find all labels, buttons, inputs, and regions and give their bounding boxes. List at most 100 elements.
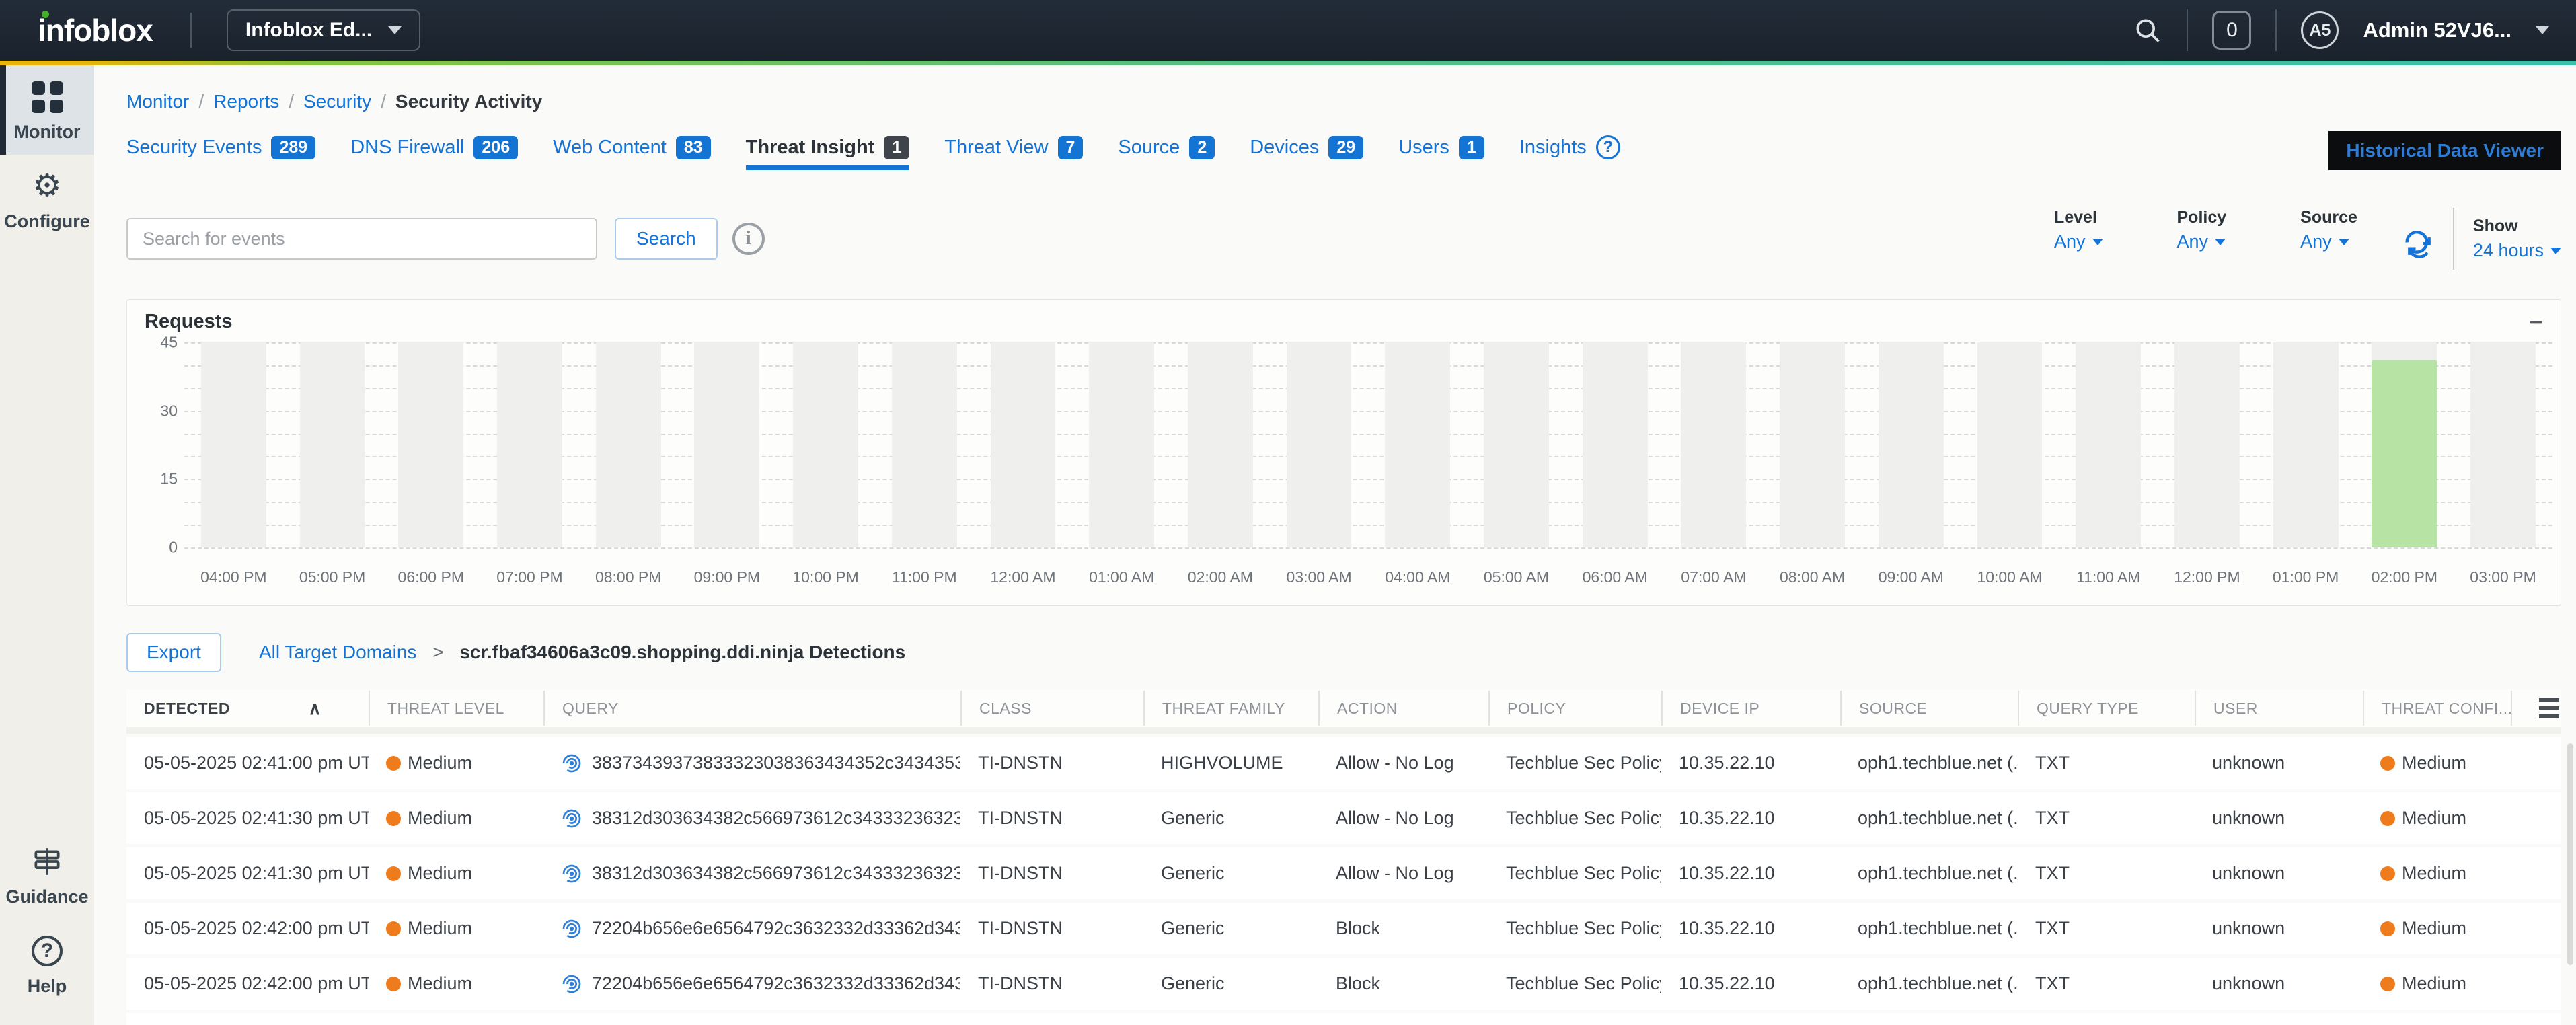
cell-query: 38312d303634382c566973612c343332363237..… bbox=[543, 808, 960, 829]
severity-label: Medium bbox=[2402, 808, 2466, 829]
breadcrumb-link-security[interactable]: Security bbox=[303, 91, 371, 112]
cell-family: Generic bbox=[1143, 863, 1318, 884]
hour-band bbox=[2174, 342, 2240, 547]
avatar[interactable]: A5 bbox=[2301, 11, 2339, 49]
severity-label: Medium bbox=[408, 973, 472, 994]
cell-source: oph1.techblue.net (... bbox=[1840, 753, 2018, 773]
search-icon[interactable] bbox=[2133, 15, 2162, 45]
chart-slot-0200pm bbox=[2355, 342, 2454, 547]
tab-label: Threat Insight bbox=[746, 137, 875, 159]
infoblox-logo: infoblox bbox=[38, 12, 153, 48]
detection-row[interactable]: 05-05-2025 02:42:30 pm UTCMedium372c3336… bbox=[126, 1013, 2561, 1025]
x-axis-label: 12:00 AM bbox=[974, 568, 1073, 586]
table-scrollbar[interactable] bbox=[2567, 743, 2573, 965]
chevron-down-icon bbox=[388, 26, 402, 34]
column-header-policy[interactable]: POLICY bbox=[1488, 691, 1661, 726]
source-dropdown[interactable]: Any bbox=[2300, 231, 2357, 252]
cell-detected: 05-05-2025 02:42:00 pm UTC bbox=[126, 918, 369, 939]
column-header-action[interactable]: ACTION bbox=[1318, 691, 1488, 726]
breadcrumb-link-reports[interactable]: Reports bbox=[213, 91, 279, 112]
severity-dot-icon bbox=[2380, 866, 2395, 881]
cell-confidence: Medium bbox=[2363, 863, 2511, 884]
cell-class: TI-DNSTN bbox=[960, 918, 1143, 939]
detection-row[interactable]: 05-05-2025 02:42:00 pm UTCMedium72204b65… bbox=[126, 958, 2561, 1010]
cell-detected: 05-05-2025 02:41:00 pm UTC bbox=[126, 753, 369, 773]
x-axis-label: 10:00 AM bbox=[1961, 568, 2059, 586]
user-menu[interactable]: Admin 52VJ6... bbox=[2363, 18, 2511, 42]
help-icon[interactable]: ? bbox=[1596, 135, 1620, 159]
column-header-query[interactable]: QUERY bbox=[543, 691, 960, 726]
detections-table: DETECTED∧ THREAT LEVEL QUERYCLASSTHREAT FA… bbox=[126, 689, 2561, 1025]
sidebar-item-label: Guidance bbox=[4, 886, 90, 907]
column-header-device_ip[interactable]: DEVICE IP bbox=[1661, 691, 1840, 726]
tab-label: DNS Firewall bbox=[350, 137, 464, 159]
x-axis-label: 03:00 AM bbox=[1270, 568, 1369, 586]
app-switcher-button[interactable]: Infoblox Ed... bbox=[227, 9, 420, 51]
detection-row[interactable]: 05-05-2025 02:41:00 pm UTCMedium38373439… bbox=[126, 737, 2561, 789]
collapse-panel-icon[interactable]: − bbox=[2529, 315, 2543, 329]
detection-row[interactable]: 05-05-2025 02:41:30 pm UTCMedium38312d30… bbox=[126, 792, 2561, 844]
breadcrumb-link-monitor[interactable]: Monitor bbox=[126, 91, 189, 112]
refresh-icon[interactable] bbox=[2404, 231, 2434, 264]
cell-threat_level: Medium bbox=[369, 863, 543, 884]
column-header-user[interactable]: USER bbox=[2195, 691, 2363, 726]
column-header-detected[interactable]: DETECTED∧ bbox=[126, 691, 369, 726]
tab-threat-insight[interactable]: Threat Insight1 bbox=[746, 136, 910, 166]
help-icon: ? bbox=[4, 933, 90, 969]
column-header-label: SOURCE bbox=[1859, 699, 1927, 718]
topbar-divider bbox=[2275, 9, 2277, 51]
tab-count-badge: 7 bbox=[1058, 136, 1084, 159]
column-header-label: POLICY bbox=[1507, 699, 1566, 718]
column-header-label: THREAT LEVEL bbox=[387, 699, 504, 718]
show-dropdown[interactable]: 24 hours bbox=[2473, 240, 2561, 261]
search-button[interactable]: Search bbox=[615, 218, 718, 260]
hour-band bbox=[1681, 342, 1746, 547]
tab-devices[interactable]: Devices29 bbox=[1250, 136, 1363, 166]
severity-label: Medium bbox=[408, 808, 472, 829]
tab-security-events[interactable]: Security Events289 bbox=[126, 136, 315, 166]
export-button[interactable]: Export bbox=[126, 633, 221, 672]
level-dropdown[interactable]: Any bbox=[2054, 231, 2103, 252]
hour-band bbox=[1977, 342, 2043, 547]
hour-band bbox=[892, 342, 957, 547]
column-header-family[interactable]: THREAT FAMILY bbox=[1143, 691, 1318, 726]
all-target-domains-link[interactable]: All Target Domains bbox=[259, 642, 416, 662]
column-header-query_type[interactable]: QUERY TYPE bbox=[2018, 691, 2195, 726]
search-input[interactable] bbox=[126, 218, 597, 260]
sidebar-item-configure[interactable]: ⚙Configure bbox=[0, 155, 94, 244]
sidebar-item-label: Help bbox=[4, 976, 90, 997]
requests-bar[interactable] bbox=[2372, 360, 2437, 547]
sidebar-item-guidance[interactable]: Guidance bbox=[0, 830, 94, 919]
detection-row[interactable]: 05-05-2025 02:42:00 pm UTCMedium72204b65… bbox=[126, 903, 2561, 954]
notification-count[interactable]: 0 bbox=[2212, 11, 2251, 50]
tab-dns-firewall[interactable]: DNS Firewall206 bbox=[350, 136, 518, 166]
info-icon[interactable]: i bbox=[732, 223, 765, 255]
severity-dot-icon bbox=[2380, 977, 2395, 991]
x-axis-label: 11:00 AM bbox=[2059, 568, 2158, 586]
hour-band bbox=[1188, 342, 1253, 547]
column-settings-icon[interactable] bbox=[2539, 698, 2559, 718]
severity-dot-icon bbox=[386, 921, 401, 936]
cell-query_type: TXT bbox=[2018, 863, 2195, 884]
cell-confidence: Medium bbox=[2363, 753, 2511, 773]
tab-web-content[interactable]: Web Content83 bbox=[553, 136, 711, 166]
tab-users[interactable]: Users1 bbox=[1398, 136, 1484, 166]
policy-dropdown[interactable]: Any bbox=[2177, 231, 2227, 252]
column-header-class[interactable]: CLASS bbox=[960, 691, 1143, 726]
sidebar-item-help[interactable]: ? Help bbox=[0, 919, 94, 1009]
severity-dot-icon bbox=[386, 977, 401, 991]
chevron-down-icon[interactable] bbox=[2536, 26, 2549, 34]
x-axis-label: 02:00 PM bbox=[2355, 568, 2454, 586]
column-header-threat_level[interactable]: THREAT LEVEL bbox=[369, 691, 543, 726]
tab-threat-view[interactable]: Threat View7 bbox=[944, 136, 1083, 166]
historical-data-viewer-button[interactable]: Historical Data Viewer bbox=[2328, 131, 2561, 170]
column-header-confidence[interactable]: THREAT CONFI... bbox=[2363, 691, 2511, 726]
tab-insights[interactable]: Insights? bbox=[1519, 135, 1620, 166]
column-header-source[interactable]: SOURCE bbox=[1840, 691, 2018, 726]
sidebar-item-monitor[interactable]: Monitor bbox=[0, 65, 94, 155]
x-axis-label: 09:00 PM bbox=[678, 568, 777, 586]
detection-row[interactable]: 05-05-2025 02:41:30 pm UTCMedium38312d30… bbox=[126, 847, 2561, 899]
chart-slot-0600am bbox=[1566, 342, 1665, 547]
cell-user: unknown bbox=[2195, 753, 2363, 773]
tab-source[interactable]: Source2 bbox=[1118, 136, 1215, 166]
